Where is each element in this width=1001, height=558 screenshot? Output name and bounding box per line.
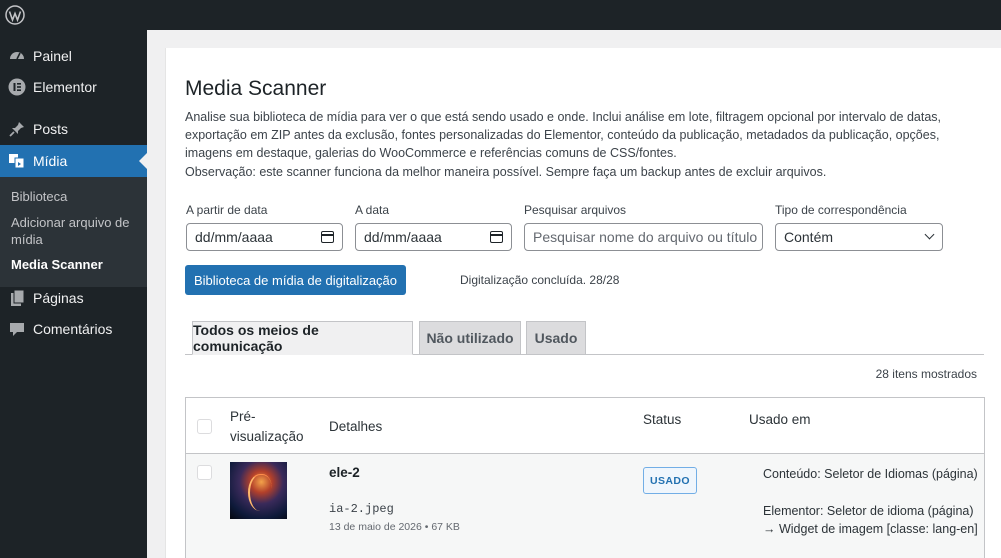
scan-status: Digitalização concluída. 28/28 xyxy=(460,273,620,287)
media-scanner-panel: Media Scanner Analise sua biblioteca de … xyxy=(165,48,1001,558)
sidebar-item-label: Mídia xyxy=(33,153,68,169)
column-preview: Pré-visualização xyxy=(230,409,304,444)
column-status: Status xyxy=(643,412,682,427)
tab-unused[interactable]: Não utilizado xyxy=(419,321,521,355)
comments-icon xyxy=(7,319,27,339)
media-icon xyxy=(7,151,27,171)
submenu-add-media[interactable]: Adicionar arquivo de mídia xyxy=(11,214,136,248)
sidebar-item-posts[interactable]: Posts xyxy=(0,113,147,145)
sidebar-item-pages[interactable]: Páginas xyxy=(0,282,147,314)
sidebar-item-comments[interactable]: Comentários xyxy=(0,313,147,345)
table-header: Pré-visualização Detalhes Status Usado e… xyxy=(186,398,984,454)
scan-library-button[interactable]: Biblioteca de mídia de digitalização xyxy=(185,265,406,295)
page-description: Analise sua biblioteca de mídia para ver… xyxy=(185,110,942,160)
page-title: Media Scanner xyxy=(185,77,327,100)
media-table: Pré-visualização Detalhes Status Usado e… xyxy=(185,397,985,558)
usage-elementor: Elementor: Seletor de idioma (página) → … xyxy=(763,504,978,536)
to-date-input[interactable]: dd/mm/aaaa xyxy=(355,223,512,251)
column-used-in: Usado em xyxy=(749,412,811,427)
file-meta: 13 de maio de 2026 • 67 KB xyxy=(329,521,460,533)
page-note: Observação: este scanner funciona da mel… xyxy=(185,165,827,179)
calendar-icon[interactable] xyxy=(490,231,503,243)
search-files-label: Pesquisar arquivos xyxy=(524,203,627,217)
tab-all-media[interactable]: Todos os meios de comunicação xyxy=(192,321,413,355)
file-title[interactable]: ele-2 xyxy=(329,465,360,480)
to-date-label: A data xyxy=(355,203,390,217)
column-details: Detalhes xyxy=(329,419,383,434)
sidebar-item-media[interactable]: Mídia xyxy=(0,145,147,177)
sidebar-item-label: Elementor xyxy=(33,79,97,95)
match-type-select[interactable]: Contém xyxy=(775,223,943,251)
search-placeholder: Pesquisar nome do arquivo ou título xyxy=(533,229,758,245)
media-submenu: Biblioteca Adicionar arquivo de mídia Me… xyxy=(0,177,147,287)
sidebar-item-label: Posts xyxy=(33,121,69,137)
match-type-label: Tipo de correspondência xyxy=(775,203,907,217)
chevron-down-icon xyxy=(924,229,935,240)
admin-bar xyxy=(0,0,1001,30)
sidebar-item-label: Painel xyxy=(33,48,72,64)
items-count: 28 itens mostrados xyxy=(875,367,977,381)
tab-used[interactable]: Usado xyxy=(526,321,586,355)
select-all-checkbox[interactable] xyxy=(197,419,212,434)
media-thumbnail[interactable] xyxy=(230,462,287,519)
usage-content: Conteúdo: Seletor de Idiomas (página) xyxy=(763,467,978,481)
match-type-value: Contém xyxy=(784,229,834,245)
table-row[interactable]: ele-2 ia-2.jpeg 13 de maio de 2026 • 67 … xyxy=(186,454,984,558)
pages-icon xyxy=(7,288,27,308)
sidebar-item-dashboard[interactable]: Painel xyxy=(0,40,147,72)
from-date-input[interactable]: dd/mm/aaaa xyxy=(186,223,343,251)
to-date-value: dd/mm/aaaa xyxy=(364,229,442,245)
admin-sidebar: Painel Elementor Posts Mídia Biblioteca … xyxy=(0,30,147,558)
sidebar-item-elementor[interactable]: Elementor xyxy=(0,71,147,103)
search-files-input[interactable]: Pesquisar nome do arquivo ou título xyxy=(524,223,763,251)
sidebar-item-label: Páginas xyxy=(33,290,84,306)
wordpress-logo-icon[interactable] xyxy=(5,5,25,25)
submenu-media-scanner[interactable]: Media Scanner xyxy=(11,256,136,273)
pin-icon xyxy=(7,119,27,139)
row-checkbox[interactable] xyxy=(197,465,212,480)
elementor-icon xyxy=(7,77,27,97)
dashboard-icon xyxy=(7,46,27,66)
from-date-label: A partir de data xyxy=(186,203,268,217)
from-date-value: dd/mm/aaaa xyxy=(195,229,273,245)
status-badge: USADO xyxy=(643,467,697,494)
calendar-icon[interactable] xyxy=(321,231,334,243)
sidebar-item-label: Comentários xyxy=(33,321,113,337)
submenu-library[interactable]: Biblioteca xyxy=(11,188,136,205)
file-name: ia-2.jpeg xyxy=(329,502,394,516)
